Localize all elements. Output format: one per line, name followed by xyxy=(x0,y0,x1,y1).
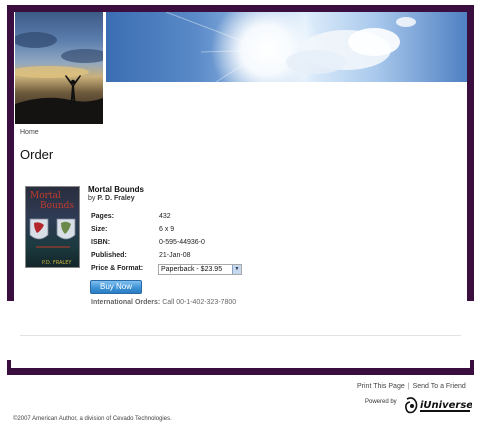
book-cover-art-icon: Mortal Bounds P.D. FRALEY xyxy=(29,191,76,266)
sun-clouds-icon xyxy=(165,12,416,82)
frame-right-border xyxy=(467,5,474,301)
svg-text:Mortal: Mortal xyxy=(30,191,61,201)
powered-by-label: Powered by xyxy=(365,399,397,405)
detail-row-size: Size: 6 x 9 xyxy=(91,226,291,238)
author-name: P. D. Fraley xyxy=(97,195,135,202)
person-silhouette-icon xyxy=(15,32,103,124)
detail-label: Pages: xyxy=(91,213,114,220)
page-title: Order xyxy=(20,147,54,162)
format-selected-value: Paperback - $23.95 xyxy=(161,266,223,273)
header-banner-sky xyxy=(106,12,467,82)
detail-row-pages: Pages: 432 xyxy=(91,213,291,225)
chevron-down-icon[interactable]: ▼ xyxy=(232,265,241,274)
international-orders-phone: Call 00-1-402-323-7800 xyxy=(162,299,237,306)
detail-value: 0-595-44936-0 xyxy=(159,239,205,246)
buy-now-button[interactable]: Buy Now xyxy=(90,280,142,294)
frame-left-border xyxy=(7,5,14,301)
by-label: by xyxy=(88,195,96,202)
send-to-friend-link[interactable]: Send To a Friend xyxy=(413,383,466,390)
detail-row-isbn: ISBN: 0-595-44936-0 xyxy=(91,239,291,251)
iuniverse-logo[interactable]: iUniverse xyxy=(404,396,473,416)
book-author-row: by P. D. Fraley xyxy=(88,195,135,202)
svg-text:iUniverse: iUniverse xyxy=(420,400,472,411)
detail-value: 432 xyxy=(159,213,171,220)
format-label: Price & Format: xyxy=(91,265,144,272)
footer-link-separator: | xyxy=(407,383,410,390)
frame-top-border xyxy=(7,5,474,12)
international-orders-label: International Orders: xyxy=(91,299,161,306)
breadcrumb-home-link[interactable]: Home xyxy=(20,129,39,136)
header-photo-person-sunset xyxy=(15,12,103,124)
detail-label: Published: xyxy=(91,252,127,259)
footer-links: Print This Page | Send To a Friend xyxy=(357,383,466,390)
print-page-link[interactable]: Print This Page xyxy=(357,383,405,390)
detail-row-published: Published: 21-Jan-08 xyxy=(91,252,291,264)
iuniverse-logo-icon: iUniverse xyxy=(405,397,473,414)
svg-text:P.D. FRALEY: P.D. FRALEY xyxy=(42,260,72,266)
frame-bottom-border xyxy=(7,368,474,375)
detail-value: 6 x 9 xyxy=(159,226,175,233)
detail-label: ISBN: xyxy=(91,239,111,246)
price-format-select[interactable]: Paperback - $23.95 ▼ xyxy=(158,264,242,275)
international-orders: International Orders: Call 00-1-402-323-… xyxy=(91,299,236,306)
svg-text:Bounds: Bounds xyxy=(40,201,74,211)
book-title: Mortal Bounds xyxy=(88,185,144,194)
content-divider xyxy=(20,335,461,336)
detail-value: 21-Jan-08 xyxy=(159,252,191,259)
book-cover-image: Mortal Bounds P.D. FRALEY xyxy=(25,186,80,268)
copyright-text: ©2007 American Author, a division of Cev… xyxy=(13,416,172,422)
detail-label: Size: xyxy=(91,226,108,233)
